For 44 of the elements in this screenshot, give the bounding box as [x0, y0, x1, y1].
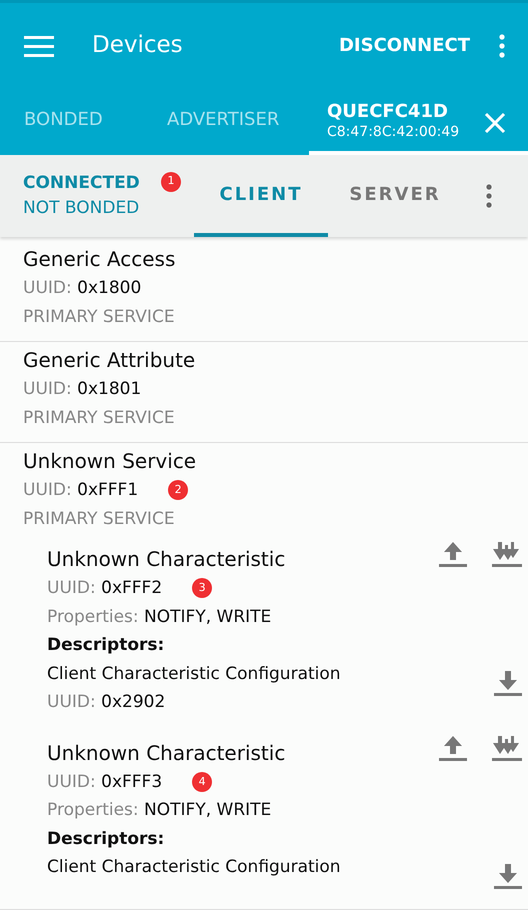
more-icon[interactable]	[485, 184, 493, 208]
characteristic-name: Unknown Characteristic	[47, 546, 286, 573]
characteristic-uuid: UUID: 0xFFF3	[47, 770, 162, 794]
characteristic-properties: Properties: NOTIFY, WRITE	[47, 606, 272, 628]
annotation-marker: 3	[192, 578, 212, 598]
more-icon[interactable]	[498, 34, 506, 58]
role-tab[interactable]: CLIENT	[194, 155, 328, 237]
annotation-marker: 2	[168, 480, 188, 500]
bond-status: NOT BONDED	[23, 197, 140, 220]
upload-icon[interactable]	[439, 541, 467, 567]
descriptor-name: Client Characteristic Configuration	[47, 856, 341, 879]
connection-status: CONNECTED	[23, 172, 140, 194]
device-tab[interactable]: ADVERTISER	[143, 88, 309, 155]
app-title: Devices	[92, 31, 183, 60]
service-name: Generic Attribute	[23, 347, 196, 374]
service-uuid: UUID: 0xFFF1	[23, 479, 138, 502]
role-tab[interactable]: SERVER	[328, 155, 462, 237]
device-name: QUECFC41D	[327, 102, 449, 122]
characteristic-uuid: UUID: 0xFFF2	[47, 577, 162, 600]
notify-arrows-icon[interactable]	[492, 541, 522, 567]
close-icon[interactable]	[484, 112, 506, 134]
service-type: PRIMARY SERVICE	[23, 508, 176, 530]
annotation-marker: 1	[161, 172, 181, 192]
device-tab[interactable]: BONDED	[0, 88, 143, 155]
descriptor-uuid: UUID: 0x2902	[47, 691, 166, 714]
service-uuid: UUID: 0x1801	[23, 378, 142, 401]
service-type: PRIMARY SERVICE	[23, 406, 176, 430]
annotation-marker: 4	[192, 772, 212, 792]
upload-icon[interactable]	[439, 734, 467, 760]
service-uuid: UUID: 0x1800	[23, 277, 142, 300]
service-type: PRIMARY SERVICE	[23, 306, 176, 328]
menu-icon[interactable]	[24, 34, 54, 56]
notify-arrows-icon[interactable]	[492, 734, 522, 760]
characteristic-name: Unknown Characteristic	[47, 740, 286, 766]
descriptors-label: Descriptors:	[47, 828, 166, 850]
download-icon[interactable]	[494, 863, 522, 889]
disconnect-button[interactable]: DISCONNECT	[338, 32, 470, 59]
device-address: C8:47:8C:42:00:49	[327, 123, 460, 142]
service-name: Generic Access	[23, 246, 176, 273]
characteristic-properties: Properties: NOTIFY, WRITE	[47, 799, 272, 822]
service-name: Unknown Service	[23, 448, 198, 475]
descriptor-name: Client Characteristic Configuration	[47, 662, 341, 686]
descriptors-label: Descriptors:	[47, 634, 166, 657]
download-icon[interactable]	[494, 670, 522, 696]
